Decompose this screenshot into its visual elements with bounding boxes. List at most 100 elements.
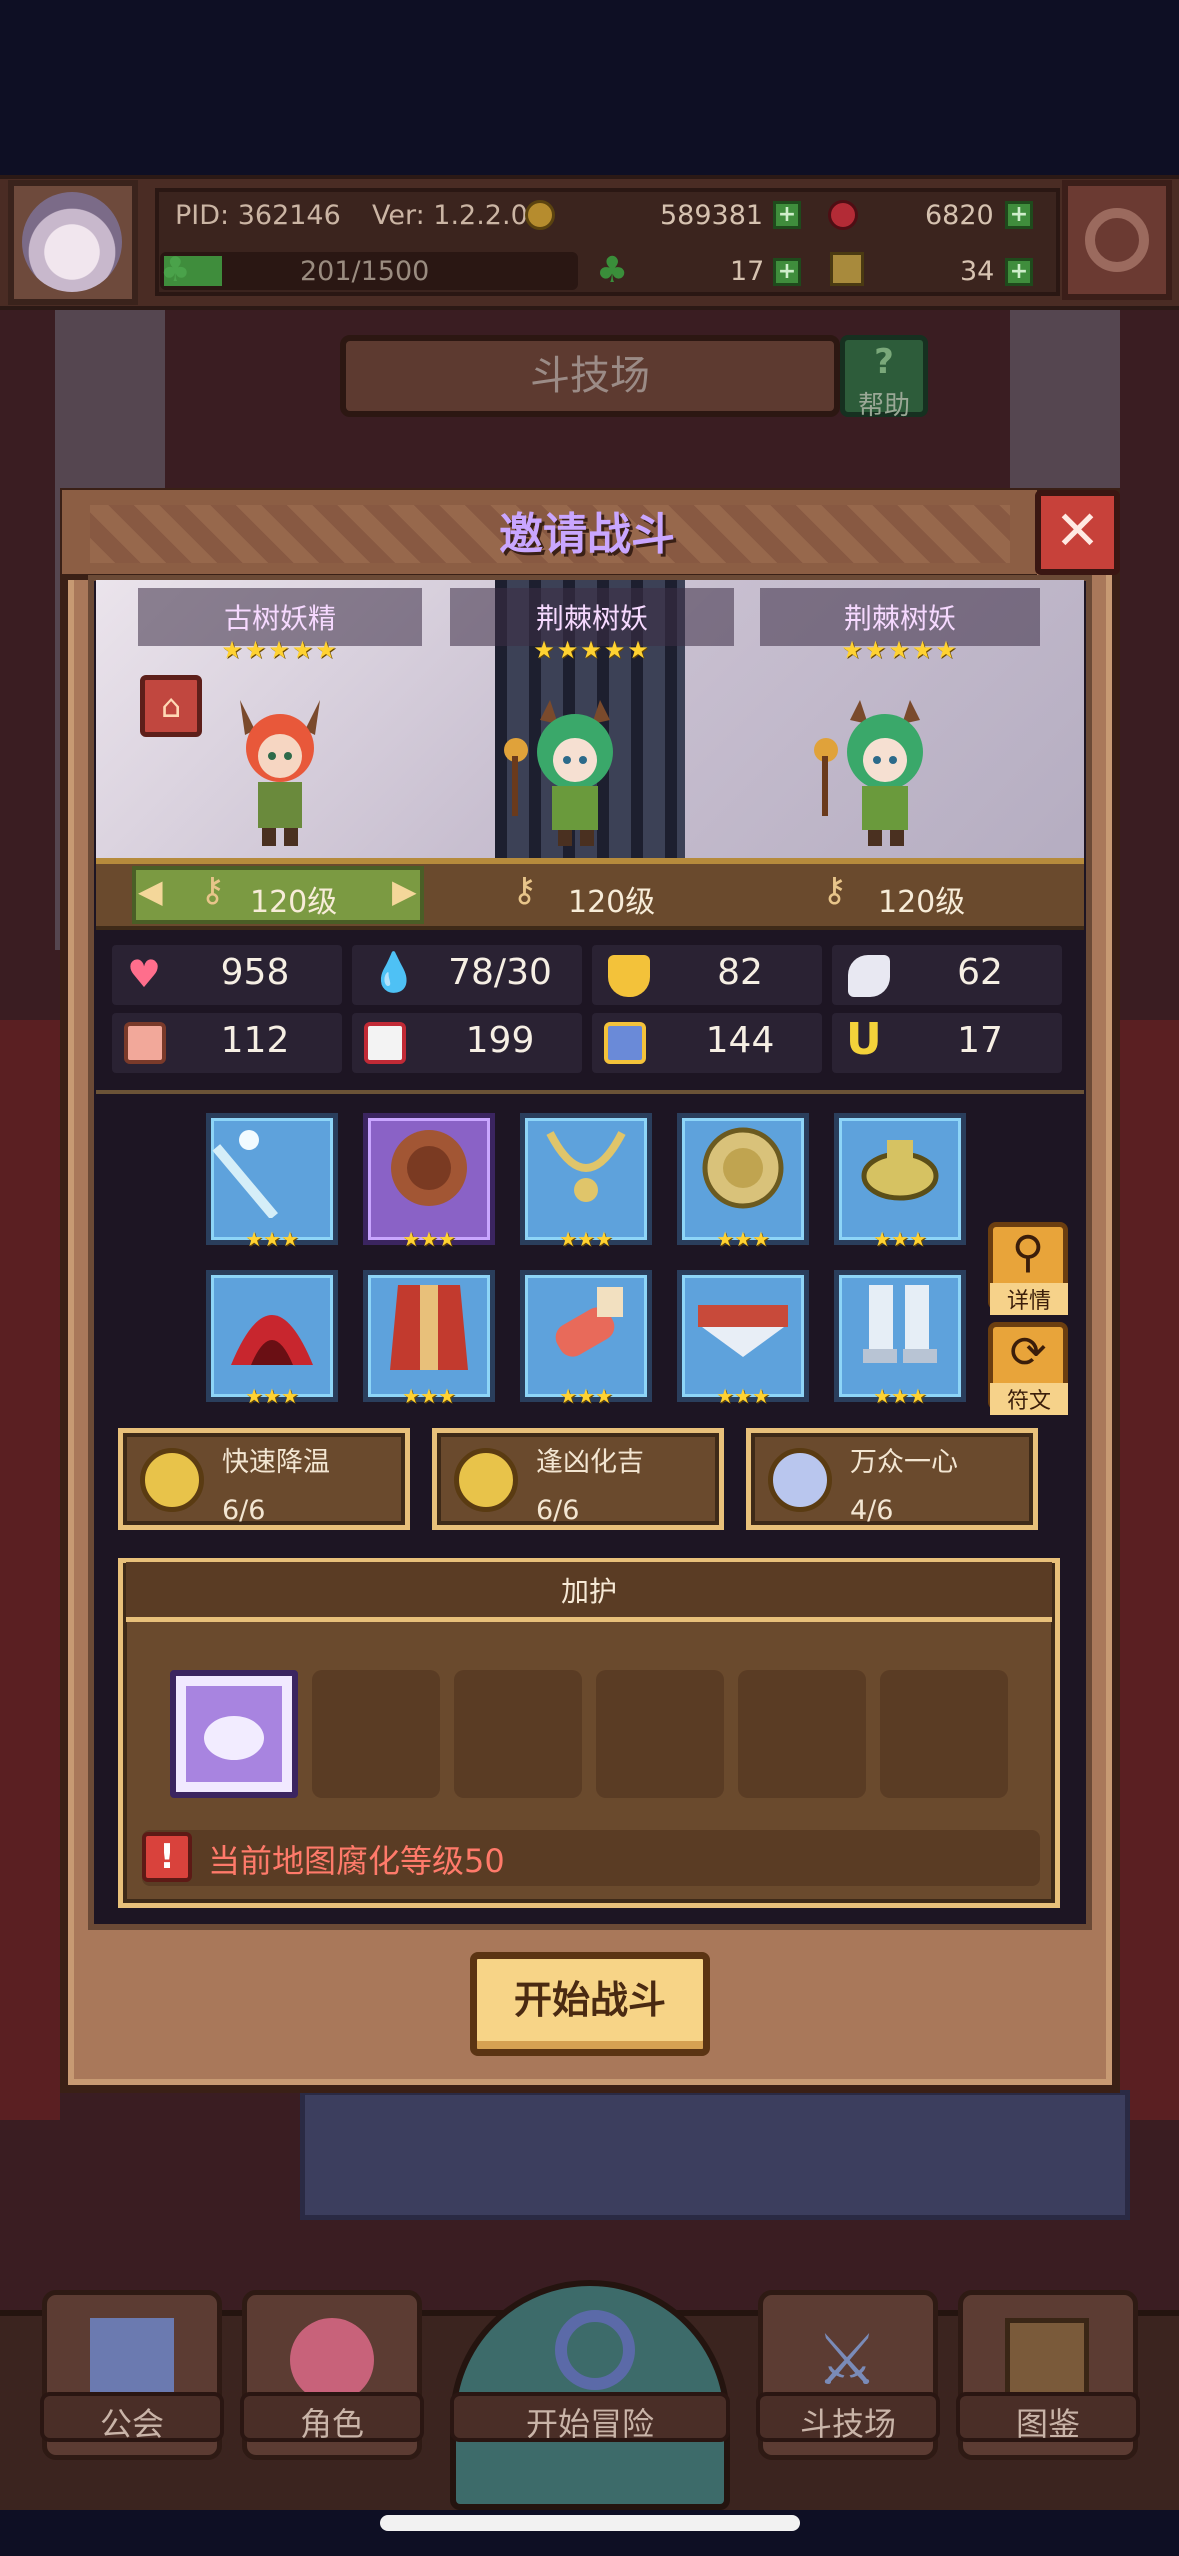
clover-energy-icon: ♣ [160,250,191,290]
stat-value: 199 [465,1020,535,1061]
hero-stars: ★★★★★ [221,636,339,664]
boots-icon [863,1285,937,1363]
glove-icon [555,1287,623,1357]
add-clover-button[interactable]: + [773,258,801,286]
item-stars: ★★★ [245,1227,299,1251]
nav-label-codex: 图鉴 [1015,2405,1080,2443]
stat-value: 17 [957,1020,1003,1061]
ring-icon [861,1140,939,1201]
item-stars: ★★★ [873,1227,927,1251]
nav-label-adventure: 开始冒险 [525,2405,654,2443]
equip-slot-belt[interactable] [677,1270,809,1402]
equip-slot-offhand[interactable] [363,1113,495,1245]
clover-icon: ♣ [596,250,629,291]
wing-icon [848,955,890,997]
magic-scroll-icon [604,1022,646,1064]
equip-slot-ring[interactable] [834,1113,966,1245]
mana-drop-icon: 💧 [370,950,418,994]
stat-value: 62 [957,952,1003,993]
hero-stars: ★★★★★ [533,636,651,664]
wall-left [0,1020,60,2120]
close-button[interactable]: ✕ [1035,490,1120,575]
swap-rune-icon: ⟳ [1009,1327,1047,1378]
arena-floor-panel [300,2090,1130,2220]
hero-sprite-thorn-treant[interactable] [500,690,640,846]
equip-slot-boots[interactable] [834,1270,966,1402]
item-stars: ★★★ [873,1384,927,1408]
energy-value: 201/1500 [300,256,430,287]
skill-count: 6/6 [536,1495,580,1526]
skill-name: 万众一心 [850,1447,958,1478]
horseshoe-icon: Ս [846,1014,879,1065]
add-gold-button[interactable]: + [773,201,801,229]
equip-slot-gloves[interactable] [520,1270,652,1402]
buff-slot-empty[interactable] [312,1670,440,1798]
hero-portrait-button[interactable]: ⌂ [140,675,202,737]
coin-medal-icon [702,1127,784,1209]
equip-slot-weapon[interactable] [206,1113,338,1245]
player-id: PID: 362146 [175,200,341,231]
hero-level[interactable]: 120级 [878,877,965,921]
crystal-medal-icon [768,1448,832,1512]
skill-count: 4/6 [850,1495,894,1526]
skill-count: 6/6 [222,1495,266,1526]
item-stars: ★★★ [716,1384,770,1408]
equip-slot-helmet[interactable] [206,1270,338,1402]
arrow-right-icon[interactable]: ▶ [392,872,417,910]
hood-icon [231,1315,313,1365]
character-icon [290,2318,374,2402]
home-indicator[interactable] [380,2515,800,2531]
buff-slot-empty[interactable] [880,1670,1008,1798]
slime-icon [186,1686,282,1782]
stat-value: 112 [220,1020,290,1061]
buff-slot-empty[interactable] [738,1670,866,1798]
item-stars: ★★★ [716,1227,770,1251]
exclamation-icon: ! [142,1832,192,1882]
gold-coin-icon [525,200,555,230]
buff-slot-empty[interactable] [454,1670,582,1798]
item-stars: ★★★ [559,1384,613,1408]
add-gems-button[interactable]: + [1005,201,1033,229]
spellbook-icon [364,1022,406,1064]
hero-name: 古树妖精 [223,602,336,635]
wand-icon [212,1130,278,1220]
heart-icon: ♥ [127,952,162,996]
robe-icon [390,1285,468,1370]
skill-name: 快速降温 [222,1447,330,1478]
help-label: 帮助 [857,391,910,421]
arrow-left-icon[interactable]: ◀ [138,872,163,910]
equip-slot-armor[interactable] [363,1270,495,1402]
start-battle-label: 开始战斗 [513,1978,666,2022]
dialog-title: 邀请战斗 [499,509,675,560]
skill-name: 逢凶化吉 [536,1447,644,1478]
section-divider [96,1090,1084,1094]
guild-icon [90,2318,174,2402]
gear-icon [1085,208,1149,272]
stat-value: 82 [717,952,763,993]
details-label: 详情 [990,1283,1068,1315]
add-keys-button[interactable]: + [1005,258,1033,286]
shield-icon [608,955,650,997]
hero-stars: ★★★★★ [841,636,959,664]
hero-level[interactable]: 120级 [568,877,655,921]
gem-amount: 6820 [925,200,994,231]
arena-title: 斗技场 [530,353,650,399]
item-stars: ★★★ [245,1384,299,1408]
hero-name: 荆棘树妖 [843,602,956,635]
magnifier-icon: ⚲ [1011,1227,1045,1278]
equip-slot-medal[interactable] [677,1113,809,1245]
gold-amount: 589381 [660,200,764,231]
nav-label-arena: 斗技场 [799,2405,896,2443]
buff-slot-filled[interactable] [170,1670,298,1798]
item-stars: ★★★ [402,1227,456,1251]
hero-sprite-ancient-tree-fairy[interactable] [210,690,350,846]
game-version: Ver: 1.2.2.0 [372,200,528,231]
stat-value: 144 [705,1020,775,1061]
gold-medal-icon [140,1448,204,1512]
buff-slot-empty[interactable] [596,1670,724,1798]
crossed-swords-icon: ⚔ [815,2319,879,2401]
hero-sprite-thorn-treant[interactable] [810,690,950,846]
equip-slot-necklace[interactable] [520,1113,652,1245]
belt-icon [698,1305,788,1357]
rune-disc-icon [391,1130,467,1206]
